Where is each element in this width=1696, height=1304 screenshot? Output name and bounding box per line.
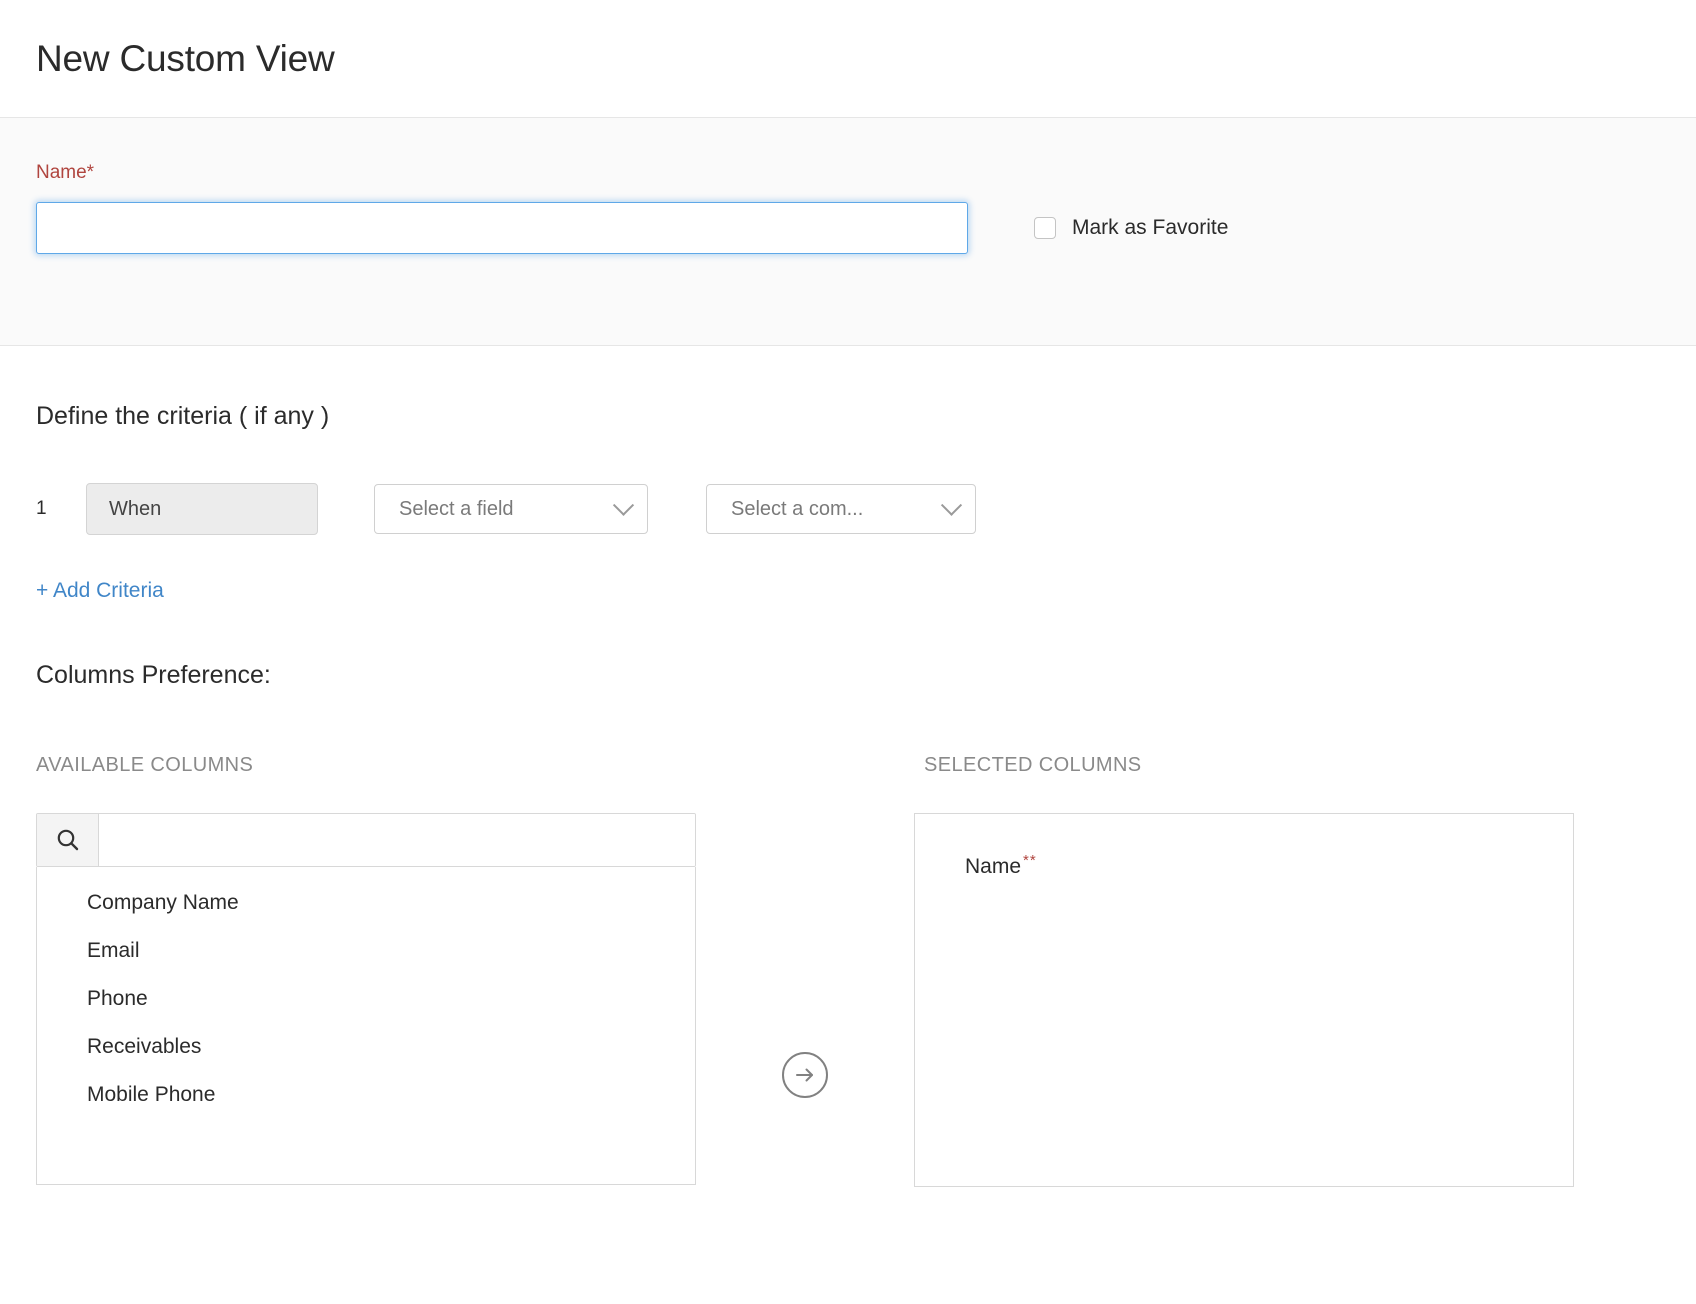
available-columns-search-bar[interactable] [36,813,696,867]
columns-preference-section: Columns Preference: AVAILABLE COLUMNS SE… [0,661,1696,1187]
name-input-row: Mark as Favorite [36,202,1660,254]
name-section: Name* Mark as Favorite [0,118,1696,346]
columns-preference-heading: Columns Preference: [36,661,1660,690]
page-title: New Custom View [36,38,335,80]
selected-columns-header: SELECTED COLUMNS [924,754,1142,777]
chevron-down-icon [613,494,634,515]
page-header: New Custom View [0,0,1696,118]
add-criteria-link[interactable]: + Add Criteria [36,579,164,603]
criteria-condition-select-label: Select a com... [731,498,863,521]
selected-columns-panel: Name** [914,813,1574,1187]
move-to-selected-button[interactable] [782,1052,828,1098]
list-item[interactable]: Mobile Phone [37,1071,695,1119]
criteria-connector-when[interactable]: When [86,483,318,535]
criteria-row: 1 When Select a field Select a com... [36,483,1660,535]
criteria-connector-label: When [109,498,161,521]
list-item[interactable]: Company Name [37,879,695,927]
available-columns-list[interactable]: Company Name Email Phone Receivables Mob… [36,867,696,1185]
selected-column-label: Name [965,855,1021,878]
criteria-section: Define the criteria ( if any ) 1 When Se… [0,402,1696,603]
list-item[interactable]: Receivables [37,1023,695,1071]
criteria-field-select-label: Select a field [399,498,514,521]
criteria-row-index: 1 [36,498,86,520]
arrow-right-icon [791,1061,819,1089]
mark-as-favorite-checkbox[interactable] [1034,217,1056,239]
columns-panels: Company Name Email Phone Receivables Mob… [36,813,1660,1187]
available-columns-search-input[interactable] [99,814,695,866]
selected-columns-list[interactable]: Name** [914,813,1574,1187]
list-item[interactable]: Phone [37,975,695,1023]
available-columns-header: AVAILABLE COLUMNS [36,754,924,777]
columns-headers-row: AVAILABLE COLUMNS SELECTED COLUMNS [36,754,1660,777]
mark-as-favorite-group[interactable]: Mark as Favorite [1034,216,1228,240]
search-icon [37,814,99,866]
available-columns-panel: Company Name Email Phone Receivables Mob… [36,813,696,1187]
criteria-field-select[interactable]: Select a field [374,484,648,534]
chevron-down-icon [941,494,962,515]
list-item[interactable]: Email [37,927,695,975]
mark-as-favorite-label: Mark as Favorite [1072,216,1228,240]
view-name-input[interactable] [36,202,968,254]
transfer-controls [696,813,914,1187]
criteria-condition-select[interactable]: Select a com... [706,484,976,534]
list-item[interactable]: Name** [965,852,1037,879]
criteria-heading: Define the criteria ( if any ) [36,402,1660,431]
required-marker: ** [1023,852,1037,869]
name-field-label: Name* [36,162,1660,184]
